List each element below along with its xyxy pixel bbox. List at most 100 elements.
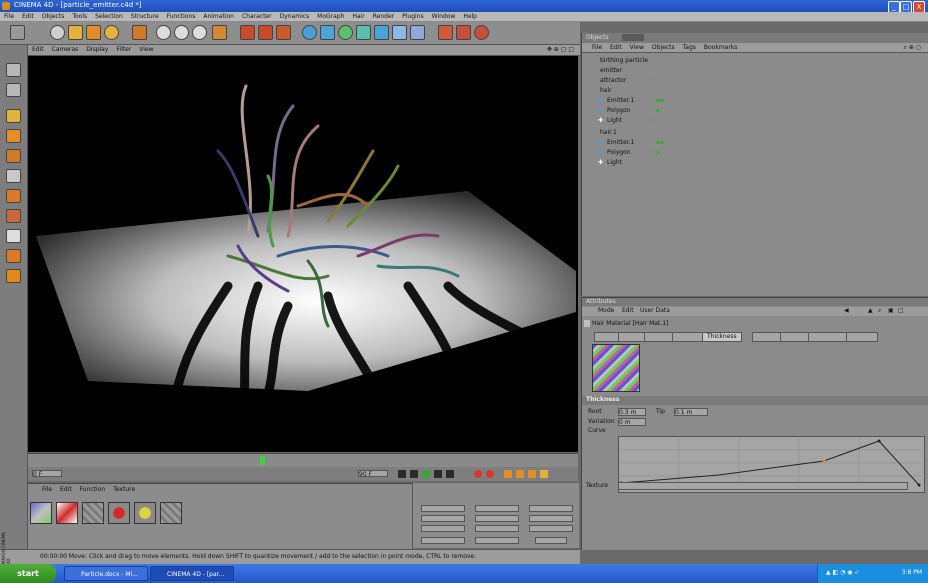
object-mode-icon[interactable]: [6, 83, 21, 97]
end-frame-field[interactable]: 90 F: [358, 470, 388, 478]
snap-icon[interactable]: [6, 249, 21, 263]
yellow-material-swatch[interactable]: [134, 502, 156, 524]
obj-menu-edit[interactable]: Edit: [606, 43, 626, 52]
null-object-icon[interactable]: [410, 25, 425, 40]
visibility-dots[interactable]: ⁞: [652, 87, 654, 95]
menu-animation[interactable]: Animation: [199, 12, 238, 21]
spline-icon[interactable]: [320, 25, 335, 40]
viewport-menu-filter[interactable]: Filter: [112, 45, 135, 55]
menu-functions[interactable]: Functions: [163, 12, 200, 21]
object-manager-tab[interactable]: [622, 34, 644, 41]
coord-p-rotation[interactable]: [529, 515, 573, 522]
visibility-dots[interactable]: ⁞: [652, 57, 654, 65]
coord-y-position[interactable]: [421, 515, 465, 522]
material-menu-texture[interactable]: Texture: [109, 486, 139, 493]
texture-field[interactable]: [618, 482, 908, 490]
array-icon[interactable]: [356, 25, 371, 40]
coord-size-dropdown[interactable]: [475, 537, 519, 544]
step-back-icon[interactable]: [410, 470, 418, 478]
scale-icon[interactable]: [86, 25, 101, 40]
menu-tools[interactable]: Tools: [68, 12, 91, 21]
autokey-icon[interactable]: [486, 470, 494, 478]
camera-icon[interactable]: [438, 25, 453, 40]
list-item[interactable]: ◆ Emitter.1 ⁞ ▪▪: [582, 97, 928, 105]
visibility-dots[interactable]: ⁞: [652, 159, 654, 167]
model-mode-icon[interactable]: [6, 63, 21, 77]
workplane-icon[interactable]: [6, 269, 21, 283]
attr-menu-user-data[interactable]: User Data: [640, 307, 670, 314]
attr-menu-mode[interactable]: Mode: [598, 307, 614, 314]
obj-menu-bookmarks[interactable]: Bookmarks: [700, 43, 742, 52]
viewport-menu-view[interactable]: View: [135, 45, 157, 55]
list-item[interactable]: attractor ⁞: [582, 77, 928, 85]
key-position-icon[interactable]: [504, 470, 512, 478]
axis-mode-icon[interactable]: [6, 129, 21, 143]
menu-mograph[interactable]: MoGraph: [313, 12, 348, 21]
record-icon[interactable]: [474, 470, 482, 478]
obj-menu-file[interactable]: File: [582, 43, 606, 52]
go-to-start-icon[interactable]: [398, 470, 406, 478]
coord-h-rotation[interactable]: [529, 505, 573, 512]
red-sphere-material-swatch[interactable]: [108, 502, 130, 524]
hair-material-swatch[interactable]: [30, 502, 52, 524]
menu-objects[interactable]: Objects: [38, 12, 69, 21]
tab-frizz[interactable]: [780, 332, 810, 342]
lock-icon[interactable]: ▣: [888, 307, 894, 314]
material-preview[interactable]: [592, 344, 640, 392]
material-menu-edit[interactable]: Edit: [56, 486, 76, 493]
edge-mode-icon[interactable]: [6, 169, 21, 183]
material-menu-file[interactable]: File: [38, 486, 56, 493]
list-item[interactable]: ✚ Light ⁞: [582, 117, 928, 125]
tray-icons[interactable]: ▲ ◧ ◔ ◉ ✓: [826, 569, 859, 576]
tab-thickness[interactable]: Thickness: [702, 332, 742, 342]
viewport-menu-edit[interactable]: Edit: [28, 45, 48, 55]
red-material-swatch[interactable]: [56, 502, 78, 524]
point-mode-icon[interactable]: [6, 149, 21, 163]
coord-y-size[interactable]: [475, 515, 519, 522]
visibility-dots[interactable]: ⁞: [652, 117, 654, 125]
tweak-mode-icon[interactable]: [6, 229, 21, 243]
visibility-dots[interactable]: ⁞ ▪: [652, 149, 660, 157]
viewport-nav-icons[interactable]: ✥ ⊕ ▢ □: [543, 45, 578, 55]
list-item[interactable]: ✚ Light ⁞: [582, 159, 928, 167]
coordinate-system-icon[interactable]: [212, 25, 227, 40]
render-settings-icon[interactable]: [276, 25, 291, 40]
timeline-ruler[interactable]: [28, 453, 578, 467]
coord-z-position[interactable]: [421, 525, 465, 532]
menu-file[interactable]: File: [0, 12, 18, 21]
taskbar-item-cinema4d[interactable]: CINEMA 4D - [par...: [150, 566, 234, 581]
key-rotation-icon[interactable]: [528, 470, 536, 478]
visibility-dots[interactable]: ⁞: [652, 129, 654, 137]
menu-structure[interactable]: Structure: [127, 12, 163, 21]
menu-selection[interactable]: Selection: [91, 12, 127, 21]
polygon-mode-icon[interactable]: [6, 189, 21, 203]
menu-character[interactable]: Character: [238, 12, 276, 21]
coord-x-size[interactable]: [475, 505, 519, 512]
new-panel-icon[interactable]: □: [898, 307, 904, 314]
move-icon[interactable]: [68, 25, 83, 40]
animation-mode-icon[interactable]: [6, 209, 21, 223]
material-menu-function[interactable]: Function: [76, 486, 110, 493]
root-field[interactable]: 0.3 m: [618, 408, 646, 416]
go-to-end-icon[interactable]: [446, 470, 454, 478]
list-item[interactable]: hair.1 ⁞: [582, 129, 928, 137]
nurbs-icon[interactable]: [338, 25, 353, 40]
3d-viewport[interactable]: [28, 56, 578, 452]
y-axis-icon[interactable]: [174, 25, 189, 40]
coord-b-rotation[interactable]: [529, 525, 573, 532]
environment-icon[interactable]: [474, 25, 489, 40]
menu-help[interactable]: Help: [459, 12, 481, 21]
search-icon[interactable]: ⌕ ⊕ ○: [900, 43, 925, 52]
up-arrow-icon[interactable]: ▲: [868, 307, 873, 314]
current-frame-field[interactable]: 0 F: [32, 470, 62, 478]
coord-apply-button[interactable]: [535, 537, 567, 544]
taskbar-item-word[interactable]: Particle.docx - Mi...: [64, 566, 148, 581]
tip-field[interactable]: 0.1 m: [674, 408, 708, 416]
tab-scale[interactable]: [752, 332, 782, 342]
key-parameter-icon[interactable]: [540, 470, 548, 478]
obj-menu-objects[interactable]: Objects: [648, 43, 679, 52]
menu-edit[interactable]: Edit: [18, 12, 38, 21]
list-item[interactable]: emitter ⁞: [582, 67, 928, 75]
texture-mode-icon[interactable]: [6, 109, 21, 123]
back-arrow-icon[interactable]: ◀: [844, 307, 849, 314]
